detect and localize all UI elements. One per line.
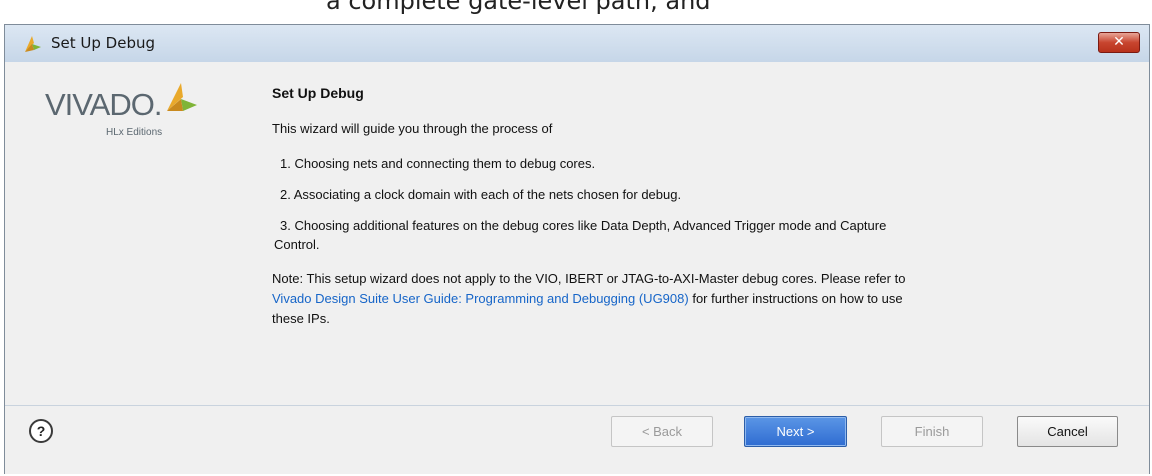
note-line-2-tail: for further instructions on how to use: [688, 291, 903, 306]
note-line-3: these IPs.: [272, 311, 330, 326]
step-1: 1. Choosing nets and connecting them to …: [280, 156, 596, 171]
wizard-content: VIVADO. HLx Editions Set Up Debug This w…: [5, 62, 1149, 405]
next-button[interactable]: Next >: [744, 416, 847, 447]
cancel-button[interactable]: Cancel: [1017, 416, 1118, 447]
step-2: 2. Associating a clock domain with each …: [280, 187, 682, 202]
close-button[interactable]: ✕: [1098, 32, 1140, 53]
note-line-1: Note: This setup wizard does not apply t…: [272, 271, 906, 286]
window-title: Set Up Debug: [51, 34, 155, 52]
vivado-leaf-icon: [25, 36, 41, 52]
help-icon: ?: [36, 423, 46, 439]
logo-pane: VIVADO. HLx Editions: [5, 62, 234, 405]
intro-text: This wizard will guide you through the p…: [272, 121, 553, 136]
background-text: a complete gate-level path, and: [326, 0, 711, 15]
user-guide-link[interactable]: Vivado Design Suite User Guide: Programm…: [272, 291, 689, 306]
page-heading: Set Up Debug: [272, 85, 364, 101]
setup-debug-dialog: Set Up Debug ✕ VIVADO. HLx Editions Set …: [4, 24, 1150, 474]
finish-button[interactable]: Finish: [881, 416, 983, 447]
back-button[interactable]: < Back: [611, 416, 713, 447]
button-bar: ? < Back Next > Finish Cancel: [5, 405, 1149, 474]
logo-wordmark: VIVADO.: [45, 87, 162, 122]
step-3: 3. Choosing additional features on the d…: [280, 218, 887, 233]
logo-subtitle: HLx Editions: [106, 127, 163, 138]
note-line-2: Vivado Design Suite User Guide: Programm…: [272, 289, 903, 309]
description-pane: Set Up Debug This wizard will guide you …: [234, 62, 1149, 405]
title-bar[interactable]: Set Up Debug ✕: [5, 25, 1149, 63]
background-document-strip: a complete gate-level path, and: [0, 0, 1152, 24]
help-button[interactable]: ?: [29, 419, 53, 443]
vivado-logo-mark-icon: [167, 83, 197, 111]
close-icon: ✕: [1113, 34, 1125, 50]
step-3-continued: Control.: [274, 237, 320, 252]
